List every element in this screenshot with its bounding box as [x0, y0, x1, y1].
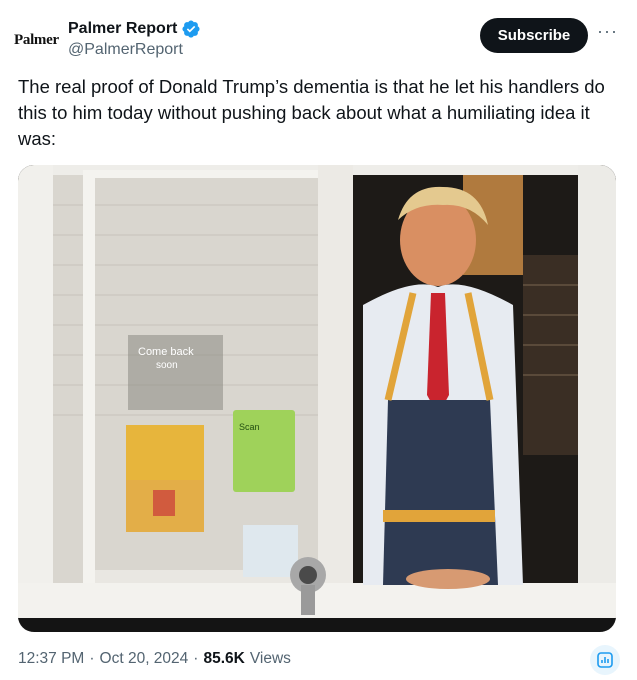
meta-separator: · [193, 650, 199, 667]
svg-text:Scan: Scan [239, 422, 260, 432]
photo-illustration: Come back soon Scan [18, 165, 616, 632]
author-name-row[interactable]: Palmer Report [68, 19, 201, 39]
avatar[interactable]: Palmer [14, 22, 66, 58]
svg-text:soon: soon [156, 360, 178, 371]
tweet-date[interactable]: Oct 20, 2024 [100, 650, 189, 668]
tweet-header: Palmer Palmer Report @PalmerReport Subsc… [0, 0, 637, 70]
tweet-time[interactable]: 12:37 PM [18, 650, 84, 668]
meta-separator: · [89, 650, 95, 667]
subscribe-button[interactable]: Subscribe [480, 18, 588, 53]
tweet-media-photo[interactable]: Come back soon Scan [18, 165, 616, 632]
svg-text:Come back: Come back [138, 346, 194, 358]
author-handle[interactable]: @PalmerReport [68, 41, 183, 59]
more-horizontal-icon[interactable]: ··· [597, 22, 617, 44]
display-name[interactable]: Palmer Report [68, 20, 177, 38]
verified-badge-icon [181, 19, 201, 39]
views-label: Views [249, 650, 291, 667]
analytics-icon[interactable] [590, 645, 620, 675]
tweet-text: The real proof of Donald Trump’s dementi… [18, 76, 605, 149]
views-count: 85.6K [203, 650, 245, 667]
tweet-meta: 12:37 PM · Oct 20, 2024 · 85.6K Views [18, 650, 291, 668]
